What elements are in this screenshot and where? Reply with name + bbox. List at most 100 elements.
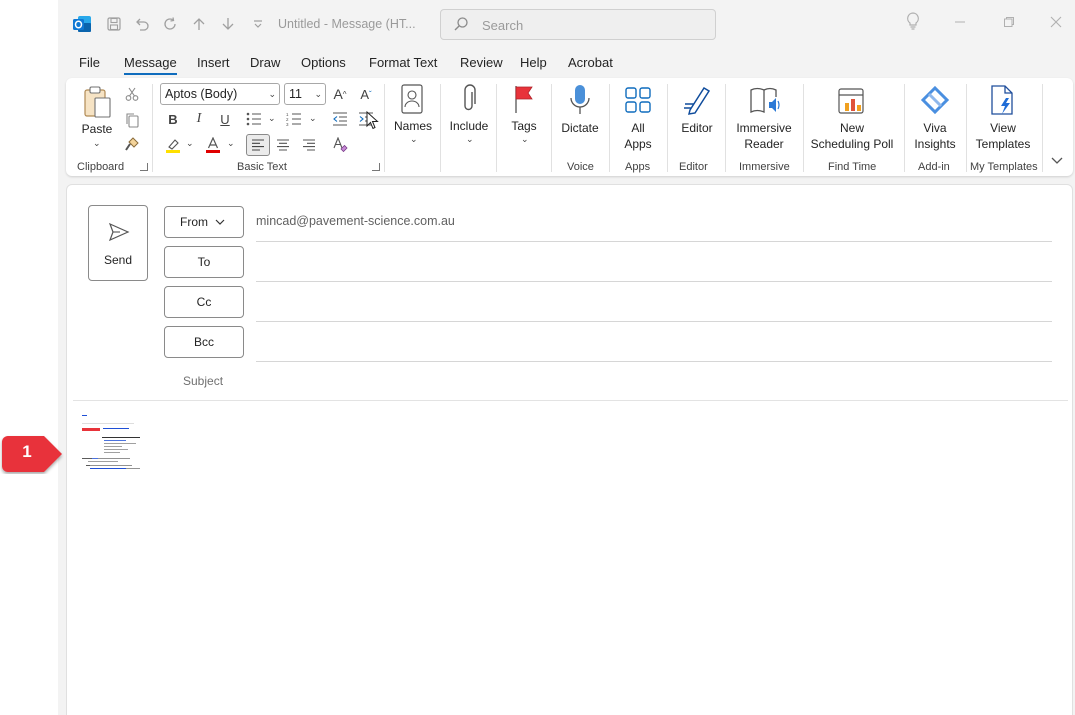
from-button[interactable]: From bbox=[164, 206, 244, 238]
address-book-icon bbox=[401, 84, 423, 114]
all-apps-button[interactable]: All Apps bbox=[612, 82, 664, 154]
dictate-button[interactable]: Dictate bbox=[553, 82, 607, 154]
scheduling-poll-icon bbox=[838, 88, 864, 114]
chevron-down-icon[interactable]: ⌄ bbox=[309, 113, 317, 124]
tags-button[interactable]: Tags ⌄ bbox=[499, 82, 549, 154]
callout-number: 1 bbox=[22, 442, 32, 461]
customize-qat-icon[interactable] bbox=[248, 14, 268, 34]
cut-icon[interactable] bbox=[122, 84, 142, 104]
include-label: Include bbox=[449, 119, 489, 133]
view-templates-button[interactable]: View Templates bbox=[968, 82, 1038, 154]
tab-insert[interactable]: Insert bbox=[197, 55, 230, 70]
save-icon[interactable] bbox=[104, 14, 124, 34]
format-painter-icon[interactable] bbox=[122, 134, 142, 154]
shrink-font-icon[interactable]: Aˇ bbox=[356, 84, 376, 104]
send-button[interactable]: Send bbox=[88, 205, 148, 281]
lightbulb-icon[interactable] bbox=[901, 12, 925, 36]
ribbon-separator bbox=[152, 84, 153, 172]
group-label-find-time: Find Time bbox=[828, 161, 877, 173]
chevron-down-icon: ⌄ bbox=[314, 89, 322, 99]
scheduling-poll-label-2: Scheduling Poll bbox=[810, 137, 894, 151]
viva-label-2: Insights bbox=[914, 137, 956, 151]
chevron-down-icon[interactable]: ⌄ bbox=[268, 113, 276, 124]
font-name-select[interactable]: Aptos (Body) ⌄ bbox=[160, 83, 280, 105]
viva-insights-button[interactable]: Viva Insights bbox=[906, 82, 964, 154]
pasted-content-thumbnail[interactable] bbox=[82, 415, 144, 475]
group-label-immersive: Immersive bbox=[739, 161, 790, 173]
to-field[interactable] bbox=[256, 247, 1052, 281]
tab-message[interactable]: Message bbox=[124, 55, 177, 75]
font-color-icon[interactable] bbox=[203, 135, 223, 155]
body-separator bbox=[73, 400, 1068, 401]
underline-icon[interactable]: U bbox=[215, 109, 235, 129]
minimize-icon[interactable] bbox=[948, 12, 972, 36]
highlight-icon[interactable] bbox=[163, 135, 183, 155]
group-label-add-in: Add-in bbox=[918, 161, 950, 173]
new-scheduling-poll-button[interactable]: New Scheduling Poll bbox=[805, 82, 899, 154]
viva-insights-icon bbox=[920, 85, 950, 115]
immersive-reader-icon bbox=[750, 87, 780, 114]
undo-icon[interactable] bbox=[132, 14, 152, 34]
bullets-icon[interactable] bbox=[244, 109, 264, 129]
italic-icon[interactable]: I bbox=[189, 109, 209, 129]
redo-icon[interactable] bbox=[160, 14, 180, 34]
close-icon[interactable] bbox=[1044, 12, 1068, 36]
tab-help[interactable]: Help bbox=[520, 55, 547, 70]
dialog-launcher-icon[interactable] bbox=[140, 163, 148, 171]
compose-pane: Send From mincad@pavement-science.com.au… bbox=[66, 184, 1073, 715]
editor-button[interactable]: Editor bbox=[669, 82, 725, 154]
viva-label-1: Viva bbox=[923, 121, 947, 135]
dictate-label: Dictate bbox=[561, 121, 599, 135]
group-label-apps: Apps bbox=[625, 161, 651, 173]
tab-format-text[interactable]: Format Text bbox=[369, 55, 437, 70]
font-size-value: 11 bbox=[289, 87, 302, 101]
tab-review[interactable]: Review bbox=[460, 55, 503, 70]
tab-acrobat[interactable]: Acrobat bbox=[568, 55, 613, 70]
send-icon bbox=[108, 222, 130, 242]
align-center-icon[interactable] bbox=[273, 135, 293, 155]
tab-file[interactable]: File bbox=[79, 55, 100, 70]
group-label-editor: Editor bbox=[679, 161, 708, 173]
dialog-launcher-icon[interactable] bbox=[372, 163, 380, 171]
cc-button[interactable]: Cc bbox=[164, 286, 244, 318]
to-button[interactable]: To bbox=[164, 246, 244, 278]
arrow-down-icon[interactable] bbox=[218, 14, 238, 34]
include-button[interactable]: Include ⌄ bbox=[442, 82, 496, 154]
arrow-up-icon[interactable] bbox=[189, 14, 209, 34]
bcc-button[interactable]: Bcc bbox=[164, 326, 244, 358]
clear-formatting-icon[interactable] bbox=[330, 135, 350, 155]
cc-field[interactable] bbox=[256, 287, 1052, 321]
names-button[interactable]: Names ⌄ bbox=[388, 82, 438, 154]
search-placeholder: Search bbox=[482, 18, 524, 33]
chevron-down-icon[interactable]: ⌄ bbox=[227, 138, 235, 149]
tab-options[interactable]: Options bbox=[301, 55, 346, 70]
tab-draw[interactable]: Draw bbox=[250, 55, 280, 70]
decrease-indent-icon[interactable] bbox=[330, 109, 350, 129]
numbering-icon[interactable]: 123 bbox=[284, 109, 304, 129]
chevron-down-icon[interactable]: ⌄ bbox=[186, 138, 194, 149]
restore-icon[interactable] bbox=[997, 12, 1021, 36]
editor-label: Editor bbox=[681, 121, 713, 135]
ribbon-separator bbox=[609, 84, 610, 172]
send-label: Send bbox=[103, 253, 133, 267]
group-label-voice: Voice bbox=[567, 161, 594, 173]
ribbon-separator bbox=[496, 84, 497, 172]
ribbon-expand-icon[interactable] bbox=[1050, 154, 1064, 168]
left-margin bbox=[0, 0, 58, 715]
title-bar: Untitled - Message (HT... Search bbox=[58, 0, 1075, 48]
message-body[interactable] bbox=[73, 403, 1068, 715]
ribbon-separator bbox=[904, 84, 905, 172]
align-left-icon[interactable] bbox=[246, 134, 270, 156]
search-input[interactable]: Search bbox=[440, 9, 716, 40]
bold-icon[interactable]: B bbox=[163, 109, 183, 129]
subject-field[interactable] bbox=[256, 367, 1052, 397]
paste-button[interactable]: Paste ⌄ bbox=[74, 82, 120, 154]
bcc-field[interactable] bbox=[256, 327, 1052, 361]
subject-label: Subject bbox=[183, 374, 224, 388]
from-label: From bbox=[180, 215, 208, 229]
grow-font-icon[interactable]: A ^ bbox=[330, 84, 350, 104]
font-size-select[interactable]: 11 ⌄ bbox=[284, 83, 326, 105]
copy-icon[interactable] bbox=[122, 110, 142, 130]
immersive-reader-button[interactable]: Immersive Reader bbox=[727, 82, 801, 154]
align-right-icon[interactable] bbox=[299, 135, 319, 155]
